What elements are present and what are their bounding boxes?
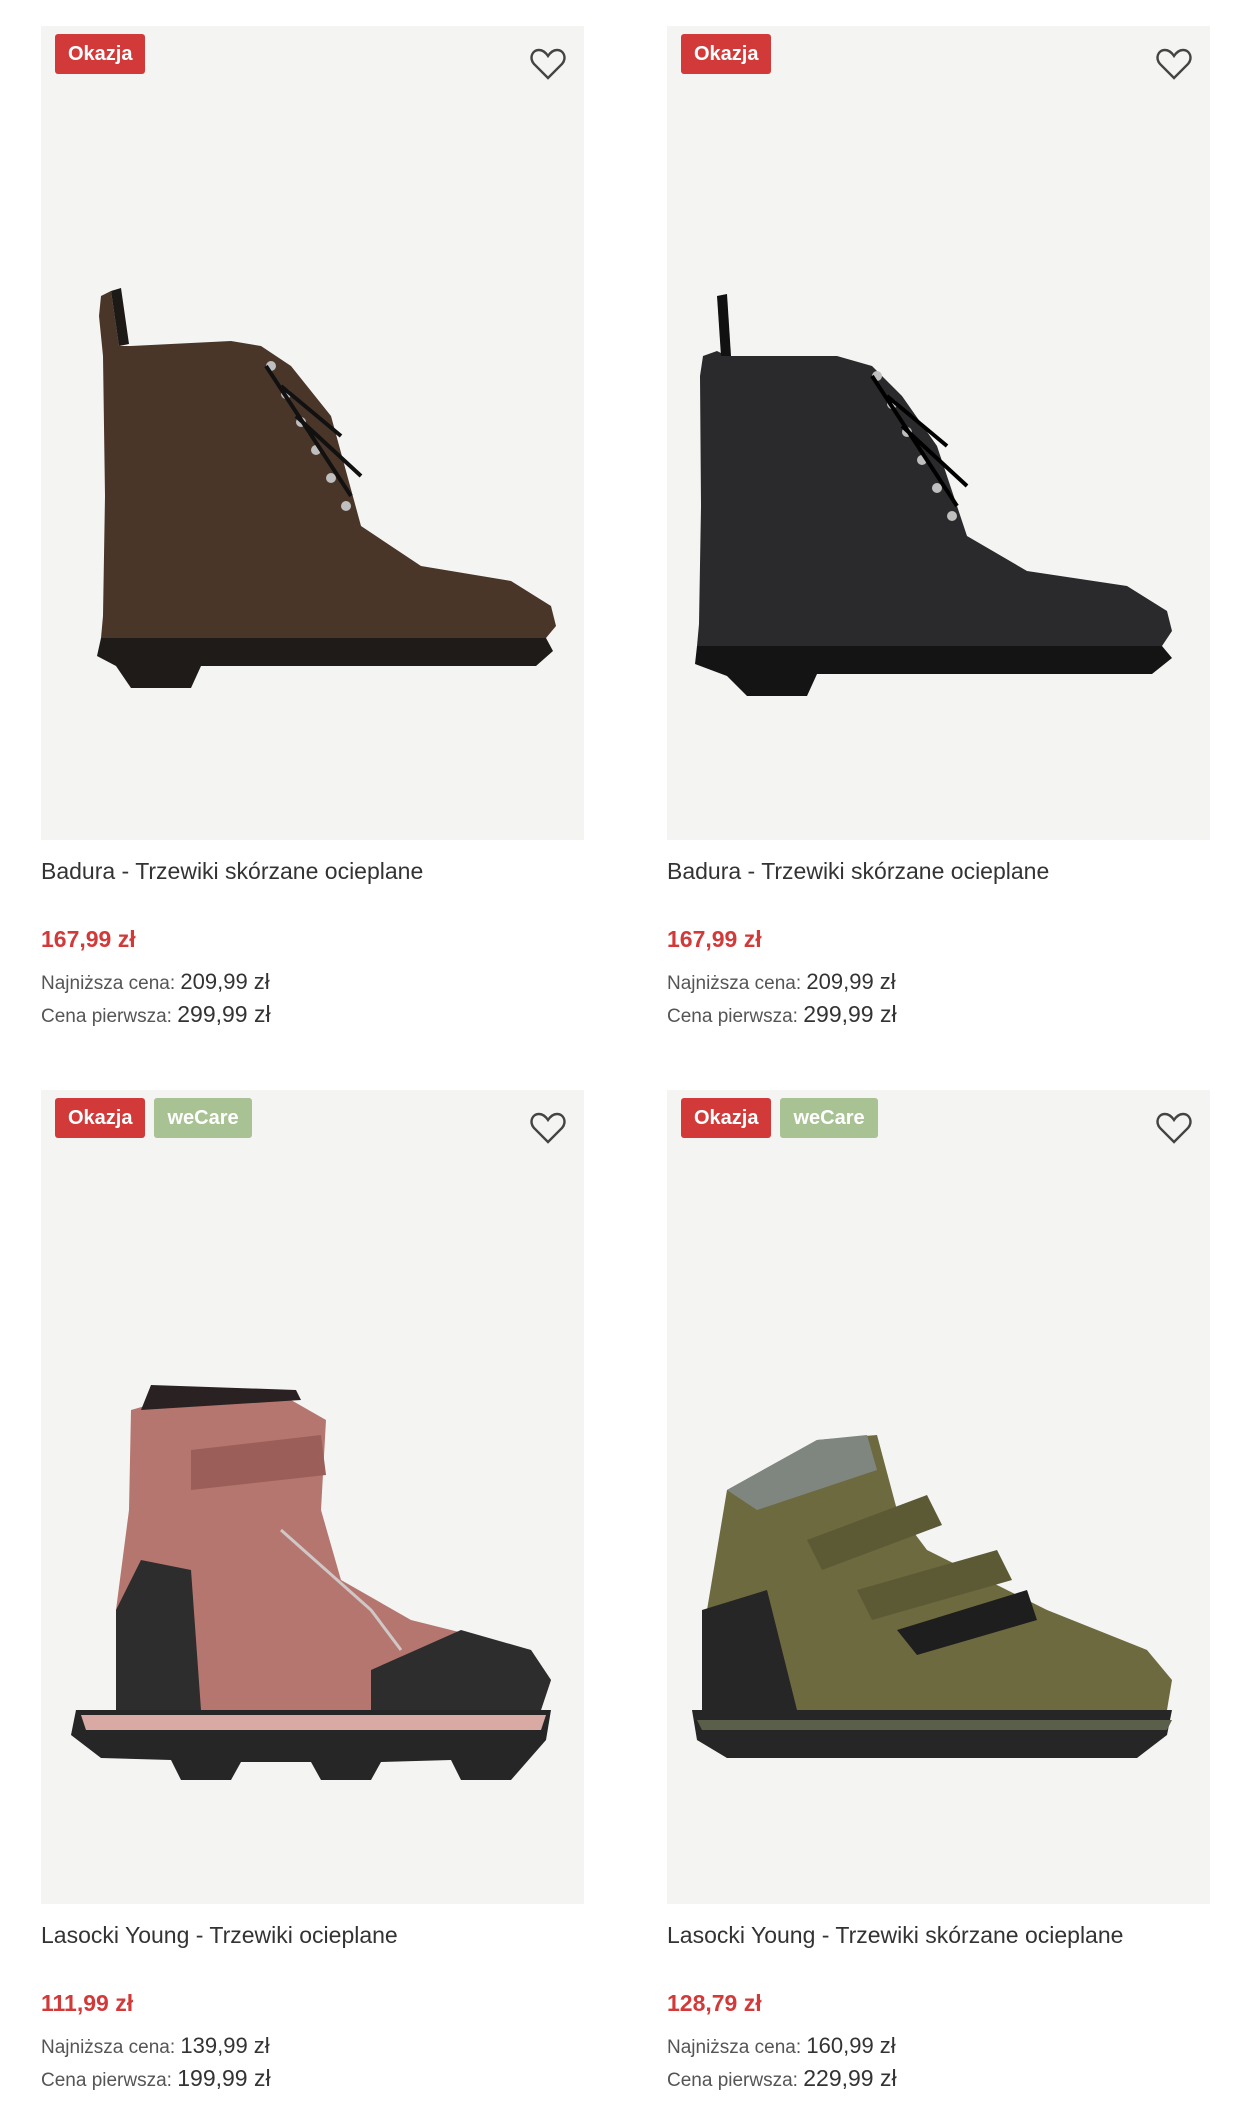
product-price: 167,99 zł — [667, 926, 762, 952]
product-price: 111,99 zł — [41, 1990, 134, 2016]
first-price-label: Cena pierwsza: — [41, 1006, 172, 1027]
lowest-price-label: Najniższa cena: — [667, 2037, 802, 2058]
product-card[interactable]: Okazja weCare Lasocki Young - Trzewiki s… — [667, 1090, 1210, 2096]
olive-velcro-boot-image — [692, 1435, 1172, 1758]
sale-badge: Okazja — [681, 1098, 772, 1138]
first-price-value: 299,99 zł — [177, 1001, 271, 1027]
price-history: Najniższa cena: 209,99 zł Cena pierwsza:… — [41, 967, 584, 1032]
badge-row: Okazja — [681, 34, 772, 74]
heart-outline-icon[interactable] — [528, 1108, 568, 1148]
product-title[interactable]: Lasocki Young - Trzewiki skórzane ociepl… — [667, 1920, 1210, 1950]
sale-badge: Okazja — [681, 34, 772, 74]
heart-outline-icon[interactable] — [1154, 1108, 1194, 1148]
lowest-price-value: 209,99 zł — [806, 969, 896, 994]
lowest-price-value: 160,99 zł — [806, 2033, 896, 2058]
badge-row: Okazja weCare — [55, 1098, 252, 1138]
product-image[interactable]: Okazja weCare — [667, 1090, 1210, 1904]
product-image[interactable]: Okazja — [41, 26, 584, 840]
lowest-price-label: Najniższa cena: — [41, 2037, 176, 2058]
wecare-badge: weCare — [154, 1098, 252, 1138]
product-title[interactable]: Lasocki Young - Trzewiki ocieplane — [41, 1920, 584, 1950]
price-history: Najniższa cena: 139,99 zł Cena pierwsza:… — [41, 2031, 584, 2096]
product-price: 167,99 zł — [41, 926, 136, 952]
black-boot-image — [695, 294, 1172, 696]
lowest-price-label: Najniższa cena: — [41, 973, 176, 994]
price-history: Najniższa cena: 160,99 zł Cena pierwsza:… — [667, 2031, 1210, 2096]
product-grid: Okazja Badura - Trzewiki skórzane ociepl… — [0, 0, 1250, 2123]
pink-winter-boot-image — [71, 1385, 551, 1780]
product-price: 128,79 zł — [667, 1990, 762, 2016]
lowest-price-value: 209,99 zł — [180, 969, 270, 994]
product-card[interactable]: Okazja Badura - Trzewiki skórzane ociepl… — [667, 26, 1210, 1032]
wecare-badge: weCare — [780, 1098, 878, 1138]
first-price-value: 229,99 zł — [803, 2065, 897, 2091]
heart-outline-icon[interactable] — [1154, 44, 1194, 84]
first-price-label: Cena pierwsza: — [667, 1006, 798, 1027]
first-price-label: Cena pierwsza: — [667, 2070, 798, 2091]
product-title[interactable]: Badura - Trzewiki skórzane ocieplane — [41, 856, 584, 886]
product-image[interactable]: Okazja weCare — [41, 1090, 584, 1904]
sale-badge: Okazja — [55, 1098, 146, 1138]
heart-outline-icon[interactable] — [528, 44, 568, 84]
lowest-price-value: 139,99 zł — [180, 2033, 270, 2058]
first-price-value: 199,99 zł — [177, 2065, 271, 2091]
first-price-value: 299,99 zł — [803, 1001, 897, 1027]
first-price-label: Cena pierwsza: — [41, 2070, 172, 2091]
product-card[interactable]: Okazja weCare Lasocki Young - Trzewiki o… — [41, 1090, 584, 2096]
product-image[interactable]: Okazja — [667, 26, 1210, 840]
badge-row: Okazja — [55, 34, 146, 74]
sale-badge: Okazja — [55, 34, 146, 74]
badge-row: Okazja weCare — [681, 1098, 878, 1138]
product-card[interactable]: Okazja Badura - Trzewiki skórzane ociepl… — [41, 26, 584, 1032]
price-history: Najniższa cena: 209,99 zł Cena pierwsza:… — [667, 967, 1210, 1032]
product-title[interactable]: Badura - Trzewiki skórzane ocieplane — [667, 856, 1210, 886]
lowest-price-label: Najniższa cena: — [667, 973, 802, 994]
brown-boot-image — [97, 288, 556, 688]
